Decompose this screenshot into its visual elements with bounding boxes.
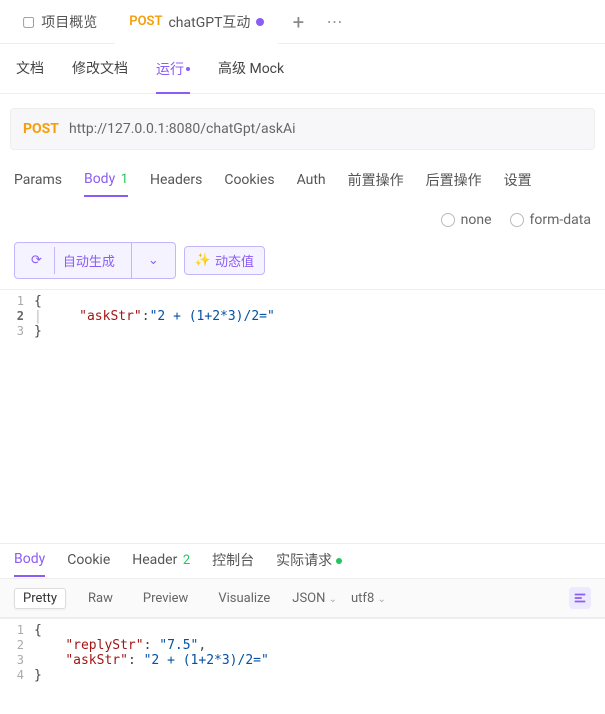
reqtab-auth[interactable]: Auth xyxy=(297,172,326,196)
cursor-icon: | xyxy=(34,309,48,324)
tab-add-button[interactable]: + xyxy=(282,10,314,34)
subtab-run[interactable]: 运行 xyxy=(156,59,190,94)
format-label: JSON xyxy=(292,591,325,606)
reqtab-post[interactable]: 后置操作 xyxy=(426,170,482,198)
subtab-doc[interactable]: 文档 xyxy=(16,58,44,80)
url-method: POST xyxy=(23,121,59,137)
url-input[interactable]: http://127.0.0.1:8080/chatGpt/askAi xyxy=(69,121,296,137)
magic-icon: ✨ xyxy=(195,253,211,268)
code-key: "replyStr" xyxy=(65,638,143,653)
resptab-console[interactable]: 控制台 xyxy=(212,550,254,578)
reqtab-body-count: 1 xyxy=(121,172,128,187)
autogen-dropdown[interactable]: ⌄ xyxy=(131,243,175,278)
resptab-header[interactable]: Header 2 xyxy=(132,552,190,576)
overview-icon: ▢ xyxy=(22,14,35,30)
request-tabs: Params Body 1 Headers Cookies Auth 前置操作 … xyxy=(0,164,605,198)
autogen-button-group: ⟳ 自动生成 ⌄ xyxy=(14,242,176,279)
body-type-row: none form-data xyxy=(0,198,605,232)
code-text: { xyxy=(34,623,42,638)
dynamic-value-label: 动态值 xyxy=(215,251,254,270)
format-code-button[interactable] xyxy=(569,587,591,609)
resptab-header-label: Header xyxy=(132,552,177,568)
resptab-header-count: 2 xyxy=(183,553,190,568)
reqtab-settings[interactable]: 设置 xyxy=(504,170,532,198)
chevron-down-icon: ⌄ xyxy=(329,594,337,605)
status-dot-icon xyxy=(336,558,342,564)
resptab-cookie[interactable]: Cookie xyxy=(67,552,110,576)
code-text: } xyxy=(34,324,42,339)
code-key: "askStr" xyxy=(65,653,128,668)
radio-formdata[interactable]: form-data xyxy=(510,212,591,228)
response-body-viewer[interactable]: 1{ 2 "replyStr": "7.5", 3 "askStr": "2 +… xyxy=(0,618,605,687)
tab-api-label: chatGPT互动 xyxy=(168,12,250,32)
radio-icon xyxy=(441,213,455,227)
view-visualize-button[interactable]: Visualize xyxy=(210,589,278,608)
response-tabs: Body Cookie Header 2 控制台 实际请求 xyxy=(0,543,605,578)
splitter[interactable] xyxy=(0,343,605,543)
view-raw-button[interactable]: Raw xyxy=(80,589,121,608)
resptab-body[interactable]: Body xyxy=(14,551,45,577)
radio-icon xyxy=(510,213,524,227)
unsaved-dot-icon xyxy=(256,18,264,26)
code-key: "askStr" xyxy=(79,309,142,324)
subtab-edit-doc[interactable]: 修改文档 xyxy=(72,58,128,80)
response-toolbar: Pretty Raw Preview Visualize JSON ⌄ utf8… xyxy=(0,578,605,618)
encoding-select[interactable]: utf8 ⌄ xyxy=(351,591,386,606)
reqtab-cookies[interactable]: Cookies xyxy=(224,172,274,196)
tab-overview-label: 项目概览 xyxy=(41,12,97,32)
reqtab-body[interactable]: Body 1 xyxy=(84,171,128,197)
code-text: } xyxy=(34,668,42,683)
radio-formdata-label: form-data xyxy=(530,212,591,228)
subtab-mock[interactable]: 高级 Mock xyxy=(218,58,284,80)
refresh-icon: ⟳ xyxy=(23,249,50,272)
view-pretty-button[interactable]: Pretty xyxy=(14,588,66,609)
code-text: { xyxy=(34,294,42,309)
resptab-actual-label: 实际请求 xyxy=(276,553,332,569)
editor-toolbar: ⟳ 自动生成 ⌄ ✨ 动态值 xyxy=(0,232,605,289)
subtab-run-label: 运行 xyxy=(156,62,184,78)
radio-none-label: none xyxy=(461,212,492,228)
resptab-actual[interactable]: 实际请求 xyxy=(276,550,342,578)
code-value: "7.5" xyxy=(159,638,198,653)
autogen-button[interactable]: ⟳ 自动生成 xyxy=(15,243,131,278)
reqtab-body-label: Body xyxy=(84,171,115,187)
radio-none[interactable]: none xyxy=(441,212,492,228)
chevron-down-icon: ⌄ xyxy=(140,249,167,272)
code-value: "2 + (1+2*3)/2=" xyxy=(150,309,275,324)
tab-project-overview[interactable]: ▢ 项目概览 xyxy=(8,0,111,44)
view-preview-button[interactable]: Preview xyxy=(135,589,196,608)
url-bar[interactable]: POST http://127.0.0.1:8080/chatGpt/askAi xyxy=(10,108,595,150)
encoding-label: utf8 xyxy=(351,591,374,606)
method-badge: POST xyxy=(129,14,162,29)
autogen-label: 自动生成 xyxy=(54,247,123,274)
reqtab-params[interactable]: Params xyxy=(14,172,62,196)
dynamic-value-button[interactable]: ✨ 动态值 xyxy=(184,246,265,275)
sub-tabs: 文档 修改文档 运行 高级 Mock xyxy=(0,44,605,94)
reqtab-headers[interactable]: Headers xyxy=(150,172,202,196)
top-tabs: ▢ 项目概览 POST chatGPT互动 + ⋯ xyxy=(0,0,605,44)
format-icon xyxy=(573,591,587,605)
run-indicator-icon xyxy=(186,67,190,71)
format-select[interactable]: JSON ⌄ xyxy=(292,591,337,606)
code-value: "2 + (1+2*3)/2=" xyxy=(144,653,269,668)
tab-more-button[interactable]: ⋯ xyxy=(318,12,350,31)
reqtab-pre[interactable]: 前置操作 xyxy=(348,170,404,198)
chevron-down-icon: ⌄ xyxy=(378,594,386,605)
request-body-editor[interactable]: 1{ 2| "askStr":"2 + (1+2*3)/2=" 3} xyxy=(0,289,605,343)
tab-api-chatgpt[interactable]: POST chatGPT互动 xyxy=(115,0,278,44)
